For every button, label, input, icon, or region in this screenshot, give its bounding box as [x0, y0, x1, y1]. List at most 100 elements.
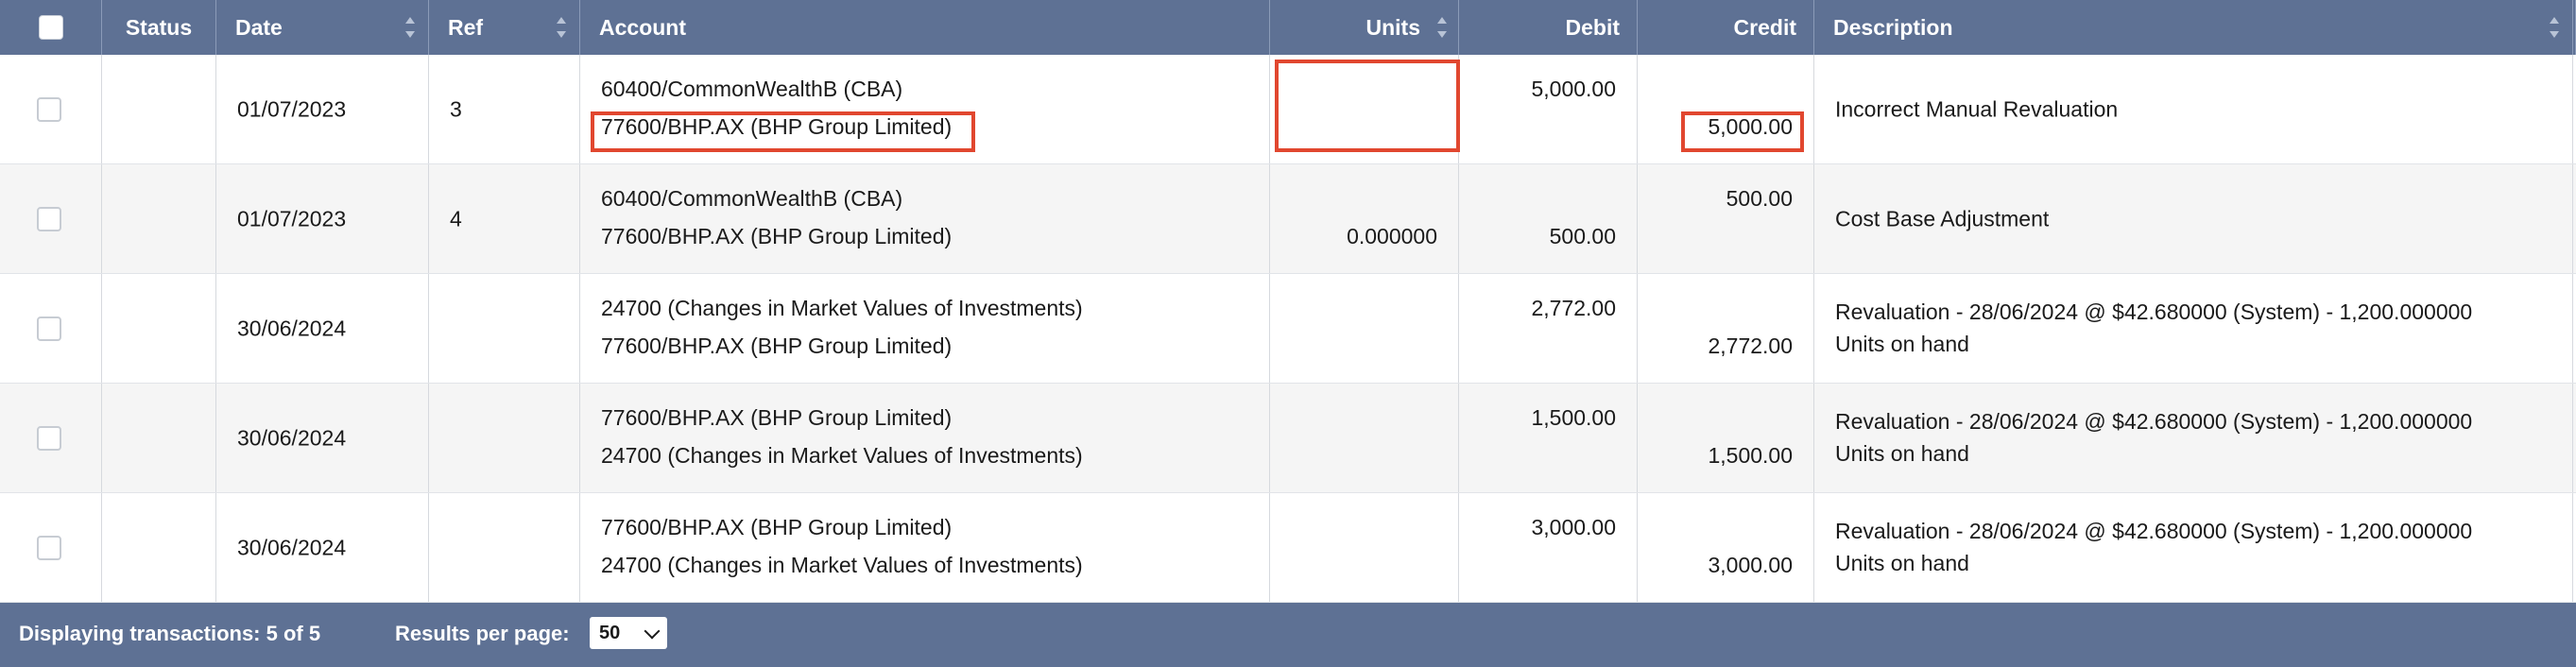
account-cell: 24700 (Changes in Market Values of Inves… [580, 274, 1270, 383]
chevron-down-icon [644, 623, 661, 640]
date-value: 01/07/2023 [237, 96, 347, 121]
debit-value: 3,000.00 [1531, 515, 1616, 539]
row-checkbox[interactable] [37, 207, 61, 231]
header-description-label: Description [1833, 14, 1953, 40]
credit-value: 3,000.00 [1708, 553, 1793, 577]
description-cell: Revaluation - 28/06/2024 @ $42.680000 (S… [1814, 384, 2573, 492]
header-account[interactable]: Account [580, 0, 1270, 55]
account-line-1[interactable]: 60400/CommonWealthB (CBA) [601, 77, 902, 102]
debit-value: 1,500.00 [1531, 405, 1616, 430]
sort-arrows-icon[interactable] [405, 17, 415, 38]
account-line-2[interactable]: 77600/BHP.AX (BHP Group Limited) [601, 114, 952, 140]
table-row[interactable]: 30/06/2024 77600/BHP.AX (BHP Group Limit… [0, 493, 2576, 603]
ref-value: 3 [450, 96, 462, 121]
results-per-page-value: 50 [599, 623, 621, 643]
select-all-checkbox[interactable] [38, 15, 63, 40]
account-line-2[interactable]: 77600/BHP.AX (BHP Group Limited) [601, 334, 952, 359]
row-checkbox[interactable] [37, 97, 61, 122]
debit-value: 5,000.00 [1531, 77, 1616, 101]
row-checkbox-cell [0, 274, 102, 383]
ref-cell: 3 [429, 55, 580, 163]
date-cell: 30/06/2024 [216, 493, 429, 602]
credit-cell: 3,000.00 [1638, 493, 1814, 602]
date-cell: 30/06/2024 [216, 274, 429, 383]
debit-value: 2,772.00 [1531, 296, 1616, 320]
header-date-label: Date [235, 14, 283, 40]
account-line-2[interactable]: 77600/BHP.AX (BHP Group Limited) [601, 224, 952, 249]
date-value: 30/06/2024 [237, 316, 347, 340]
date-value: 30/06/2024 [237, 425, 347, 450]
header-debit[interactable]: Debit [1459, 0, 1638, 55]
account-cell: 77600/BHP.AX (BHP Group Limited) 24700 (… [580, 493, 1270, 602]
account-line-2[interactable]: 24700 (Changes in Market Values of Inves… [601, 553, 1083, 578]
table-header: Status Date Ref Account Units Debit Cred… [0, 0, 2576, 55]
credit-value: 5,000.00 [1708, 114, 1793, 139]
date-cell: 30/06/2024 [216, 384, 429, 492]
row-checkbox-cell [0, 164, 102, 273]
header-units[interactable]: Units [1270, 0, 1459, 55]
description-line-1: Revaluation - 28/06/2024 @ $42.680000 (S… [1835, 519, 2473, 543]
units-cell [1270, 274, 1459, 383]
description-line-1: Cost Base Adjustment [1835, 206, 2050, 231]
debit-cell: 500.00 [1459, 164, 1638, 273]
credit-cell: 5,000.00 [1638, 55, 1814, 163]
credit-value: 500.00 [1726, 186, 1793, 211]
units-cell [1270, 55, 1459, 163]
account-line-1[interactable]: 60400/CommonWealthB (CBA) [601, 186, 902, 212]
header-description[interactable]: Description [1814, 0, 2573, 55]
sort-arrows-icon[interactable] [1437, 17, 1447, 38]
row-checkbox-cell [0, 384, 102, 492]
header-ref[interactable]: Ref [429, 0, 580, 55]
units-cell [1270, 384, 1459, 492]
description-cell: Revaluation - 28/06/2024 @ $42.680000 (S… [1814, 274, 2573, 383]
account-line-2[interactable]: 24700 (Changes in Market Values of Inves… [601, 443, 1083, 469]
date-cell: 01/07/2023 [216, 164, 429, 273]
results-per-page-select[interactable]: 50 [590, 617, 667, 649]
description-line-2: Units on hand [1835, 551, 1969, 575]
table-row[interactable]: 30/06/2024 24700 (Changes in Market Valu… [0, 274, 2576, 384]
results-per-page-label: Results per page: [395, 622, 570, 645]
row-checkbox[interactable] [37, 536, 61, 560]
ref-cell [429, 274, 580, 383]
row-checkbox[interactable] [37, 426, 61, 451]
account-line-1[interactable]: 24700 (Changes in Market Values of Inves… [601, 296, 1083, 321]
credit-value: 1,500.00 [1708, 443, 1793, 468]
sort-arrows-icon[interactable] [2550, 17, 2559, 38]
table-footer: Displaying transactions: 5 of 5 Results … [0, 603, 2576, 667]
units-cell: 0.000000 [1270, 164, 1459, 273]
debit-value: 500.00 [1549, 224, 1616, 248]
description-line-2: Units on hand [1835, 441, 1969, 466]
header-status[interactable]: Status [102, 0, 216, 55]
credit-cell: 1,500.00 [1638, 384, 1814, 492]
transactions-grid: Status Date Ref Account Units Debit Cred… [0, 0, 2576, 667]
header-date[interactable]: Date [216, 0, 429, 55]
description-cell: Incorrect Manual Revaluation [1814, 55, 2573, 163]
date-value: 01/07/2023 [237, 206, 347, 231]
account-line-1[interactable]: 77600/BHP.AX (BHP Group Limited) [601, 405, 952, 431]
credit-cell: 500.00 [1638, 164, 1814, 273]
units-value: 0.000000 [1347, 224, 1437, 248]
row-checkbox[interactable] [37, 316, 61, 341]
ref-value: 4 [450, 206, 462, 231]
description-line-2: Units on hand [1835, 332, 1969, 356]
ref-cell: 4 [429, 164, 580, 273]
description-line-1: Revaluation - 28/06/2024 @ $42.680000 (S… [1835, 409, 2473, 434]
debit-cell: 1,500.00 [1459, 384, 1638, 492]
row-checkbox-cell [0, 493, 102, 602]
status-cell [102, 164, 216, 273]
account-line-1[interactable]: 77600/BHP.AX (BHP Group Limited) [601, 515, 952, 540]
table-row[interactable]: 30/06/2024 77600/BHP.AX (BHP Group Limit… [0, 384, 2576, 493]
header-credit[interactable]: Credit [1638, 0, 1814, 55]
header-units-label: Units [1365, 14, 1421, 40]
table-row[interactable]: 01/07/2023 3 60400/CommonWealthB (CBA) 7… [0, 55, 2576, 164]
account-cell: 77600/BHP.AX (BHP Group Limited) 24700 (… [580, 384, 1270, 492]
description-line-1: Incorrect Manual Revaluation [1835, 96, 2119, 121]
credit-value: 2,772.00 [1708, 334, 1793, 358]
displaying-count: Displaying transactions: 5 of 5 [19, 622, 321, 645]
header-ref-label: Ref [448, 14, 484, 40]
credit-cell: 2,772.00 [1638, 274, 1814, 383]
sort-arrows-icon[interactable] [557, 17, 566, 38]
row-checkbox-cell [0, 55, 102, 163]
units-cell [1270, 493, 1459, 602]
table-row[interactable]: 01/07/2023 4 60400/CommonWealthB (CBA) 7… [0, 164, 2576, 274]
